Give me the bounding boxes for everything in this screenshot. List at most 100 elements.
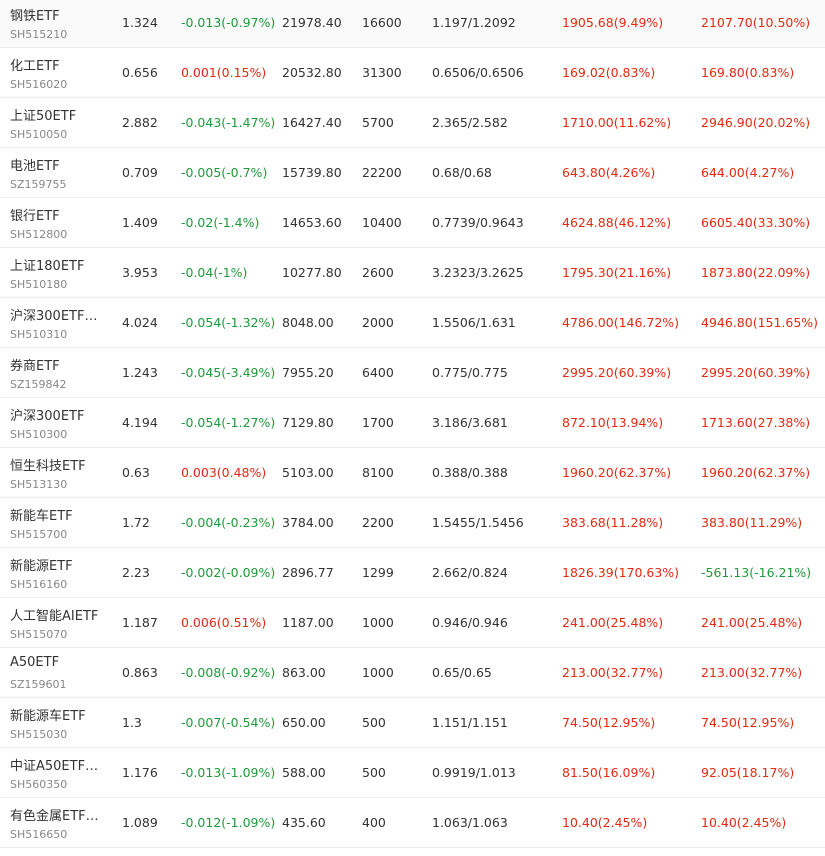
market-value-cell: 863.00	[282, 665, 326, 680]
price-cell: 1.324	[122, 15, 158, 30]
pnl-cell: 4786.00(146.72%)	[562, 315, 680, 330]
total-pnl-cell: 241.00(25.48%)	[701, 615, 803, 630]
table-row[interactable]: 有色金属ETF… SH516650 1.089 -0.012(-1.09%) 435.6…	[0, 798, 825, 848]
quantity-cell: 16600	[362, 15, 402, 30]
fund-name: 有色金属ETF…	[10, 809, 99, 824]
fund-name-cell: A50ETF SZ159601	[10, 648, 110, 698]
price-cell: 1.187	[122, 615, 158, 630]
pnl-cell: 10.40(2.45%)	[562, 815, 648, 830]
fund-name-cell: 钢铁ETF SH515210	[10, 0, 110, 48]
fund-name: 沪深300ETF…	[10, 309, 98, 324]
change-cell: -0.007(-0.54%)	[181, 715, 276, 730]
total-pnl-cell: 2946.90(20.02%)	[701, 115, 811, 130]
fund-code: SH515210	[10, 28, 68, 41]
quantity-cell: 1700	[362, 415, 394, 430]
fund-code: SZ159755	[10, 178, 67, 191]
cost-cell: 2.662/0.824	[432, 565, 508, 580]
fund-name-cell: 新能车ETF SH515700	[10, 498, 110, 548]
table-row[interactable]: 新能源ETF SH516160 2.23 -0.002(-0.09%) 2896.77 1…	[0, 548, 825, 598]
change-cell: -0.012(-1.09%)	[181, 815, 276, 830]
change-cell: -0.054(-1.27%)	[181, 415, 276, 430]
quantity-cell: 6400	[362, 365, 394, 380]
quantity-cell: 8100	[362, 465, 394, 480]
fund-name-cell: 化工ETF SH516020	[10, 48, 110, 98]
quantity-cell: 2600	[362, 265, 394, 280]
table-row[interactable]: 上证180ETF SH510180 3.953 -0.04(-1%) 10277.80 2…	[0, 248, 825, 298]
total-pnl-cell: 74.50(12.95%)	[701, 715, 795, 730]
market-value-cell: 15739.80	[282, 165, 342, 180]
table-row[interactable]: 新能源车ETF SH515030 1.3 -0.007(-0.54%) 650.00 50…	[0, 698, 825, 748]
price-cell: 1.243	[122, 365, 158, 380]
holdings-table: 钢铁ETF SH515210 1.324 -0.013(-0.97%) 21978.40…	[0, 0, 825, 856]
fund-name: 中证A50ETF…	[10, 759, 99, 774]
fund-name: 银行ETF	[10, 209, 60, 224]
table-row[interactable]: 恒生科技ETF SH513130 0.63 0.003(0.48%) 5103.00 81…	[0, 448, 825, 498]
table-row[interactable]: 上证50ETF SH510050 2.882 -0.043(-1.47%) 16427.…	[0, 98, 825, 148]
market-value-cell: 588.00	[282, 765, 326, 780]
fund-name: 人工智能AIETF	[10, 609, 99, 624]
table-row[interactable]: 人工智能AIETF SH515070 1.187 0.006(0.51%) 1187.0…	[0, 598, 825, 648]
table-row[interactable]: 中证A50ETF… SH560350 1.176 -0.013(-1.09%) 588.…	[0, 748, 825, 798]
total-pnl-cell: 4946.80(151.65%)	[701, 315, 819, 330]
change-cell: -0.04(-1%)	[181, 265, 248, 280]
table-row[interactable]: 沪深300ETF SH510300 4.194 -0.054(-1.27%) 7129.…	[0, 398, 825, 448]
total-pnl-cell: 213.00(32.77%)	[701, 665, 803, 680]
price-cell: 2.23	[122, 565, 150, 580]
pnl-cell: 1795.30(21.16%)	[562, 265, 672, 280]
fund-code: SH512800	[10, 228, 68, 241]
table-row[interactable]: 新能车ETF SH515700 1.72 -0.004(-0.23%) 3784.00 2…	[0, 498, 825, 548]
pnl-cell: 1826.39(170.63%)	[562, 565, 680, 580]
total-pnl-cell: 2995.20(60.39%)	[701, 365, 811, 380]
table-row[interactable]: A50ETF SZ159601 0.863 -0.008(-0.92%) 863.00 1…	[0, 648, 825, 698]
price-cell: 0.656	[122, 65, 158, 80]
cost-cell: 1.5506/1.631	[432, 315, 516, 330]
fund-code: SZ159601	[10, 678, 67, 691]
price-cell: 1.089	[122, 815, 158, 830]
price-cell: 1.72	[122, 515, 150, 530]
market-value-cell: 3784.00	[282, 515, 334, 530]
fund-name-cell: 有色金属ETF… SH516650	[10, 798, 110, 848]
quantity-cell: 2200	[362, 515, 394, 530]
table-row[interactable]: 银行ETF SH512800 1.409 -0.02(-1.4%) 14653.60 10…	[0, 198, 825, 248]
cost-cell: 0.65/0.65	[432, 665, 492, 680]
market-value-cell: 7129.80	[282, 415, 334, 430]
market-value-cell: 2896.77	[282, 565, 334, 580]
quantity-cell: 31300	[362, 65, 402, 80]
cost-cell: 0.7739/0.9643	[432, 215, 524, 230]
total-pnl-cell: 1960.20(62.37%)	[701, 465, 811, 480]
fund-name-cell: 新能源ETF SH516160	[10, 548, 110, 598]
price-cell: 1.3	[122, 715, 142, 730]
table-row[interactable]: 电池ETF SZ159755 0.709 -0.005(-0.7%) 15739.80 2…	[0, 148, 825, 198]
market-value-cell: 20532.80	[282, 65, 342, 80]
cost-cell: 0.6506/0.6506	[432, 65, 524, 80]
market-value-cell: 1187.00	[282, 615, 334, 630]
fund-code: SH515700	[10, 528, 68, 541]
fund-name: A50ETF	[10, 655, 60, 670]
quantity-cell: 1299	[362, 565, 394, 580]
fund-name-cell: 上证50ETF SH510050	[10, 98, 110, 148]
total-pnl-cell: 6605.40(33.30%)	[701, 215, 811, 230]
table-row[interactable]: 钢铁ETF SH515210 1.324 -0.013(-0.97%) 21978.40…	[0, 0, 825, 48]
price-cell: 2.882	[122, 115, 158, 130]
fund-name-cell: 新能源车ETF SH515030	[10, 698, 110, 748]
change-cell: -0.005(-0.7%)	[181, 165, 268, 180]
table-row[interactable]: 券商ETF SZ159842 1.243 -0.045(-3.49%) 7955.20 6…	[0, 348, 825, 398]
pnl-cell: 2995.20(60.39%)	[562, 365, 672, 380]
fund-name: 沪深300ETF	[10, 409, 85, 424]
quantity-cell: 500	[362, 765, 386, 780]
price-cell: 0.63	[122, 465, 150, 480]
table-row[interactable]: 化工ETF SH516020 0.656 0.001(0.15%) 20532.80 31…	[0, 48, 825, 98]
fund-code: SH510300	[10, 428, 68, 441]
pnl-cell: 74.50(12.95%)	[562, 715, 656, 730]
table-row[interactable]: 沪深300ETF… SH510310 4.024 -0.054(-1.32%) 8048…	[0, 298, 825, 348]
fund-name: 上证180ETF	[10, 259, 85, 274]
change-cell: -0.02(-1.4%)	[181, 215, 260, 230]
cost-cell: 3.186/3.681	[432, 415, 508, 430]
fund-code: SH510180	[10, 278, 68, 291]
total-pnl-cell: 1873.80(22.09%)	[701, 265, 811, 280]
pnl-cell: 1960.20(62.37%)	[562, 465, 672, 480]
fund-code: SH516020	[10, 78, 68, 91]
market-value-cell: 5103.00	[282, 465, 334, 480]
pnl-cell: 1710.00(11.62%)	[562, 115, 672, 130]
pnl-cell: 4624.88(46.12%)	[562, 215, 672, 230]
